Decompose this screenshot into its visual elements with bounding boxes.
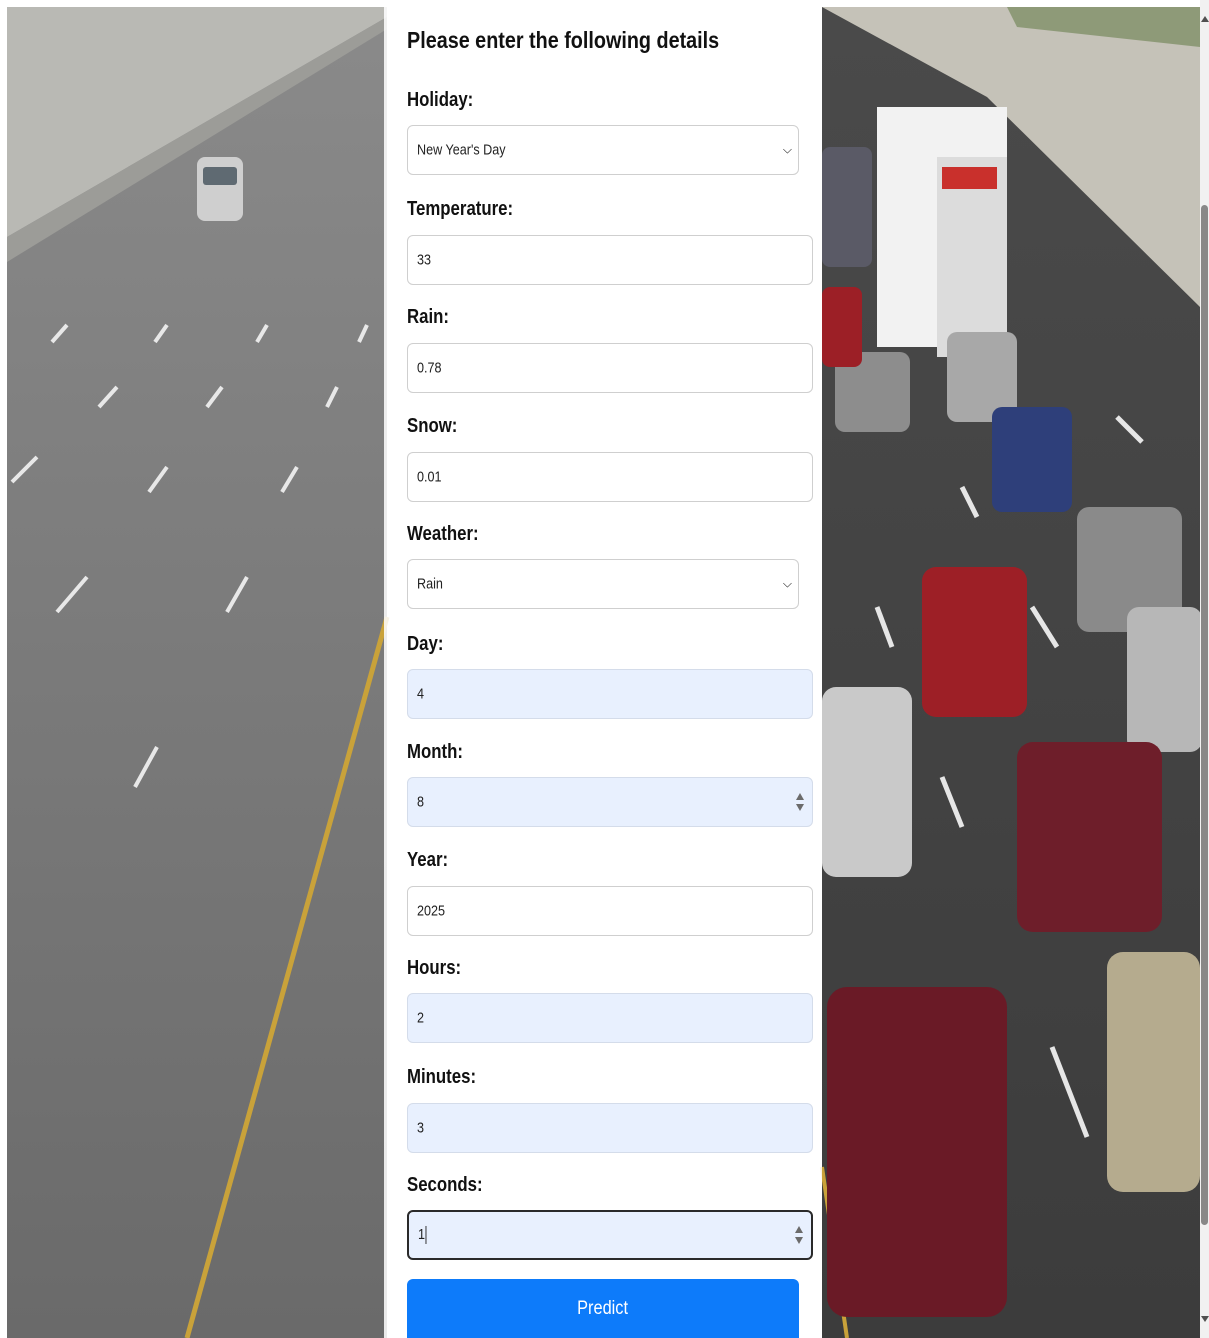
- weather-select-value: Rain: [417, 575, 443, 593]
- year-input-value: 2025: [417, 902, 446, 920]
- year-input[interactable]: 2025: [407, 886, 813, 936]
- hours-label: Hours:: [407, 957, 462, 979]
- predict-button-label: Predict: [577, 1298, 629, 1319]
- snow-input-value: 0.01: [417, 468, 442, 486]
- prediction-form-panel: Please enter the following details Holid…: [384, 7, 822, 1338]
- day-input-value: 4: [417, 685, 425, 703]
- scrollbar-thumb[interactable]: [1201, 205, 1208, 1225]
- minutes-label: Minutes:: [407, 1066, 477, 1088]
- spinner-icon[interactable]: [795, 1224, 803, 1246]
- hours-input-value: 2: [417, 1009, 425, 1027]
- rain-label: Rain:: [407, 306, 449, 328]
- weather-select[interactable]: Rain ⌵: [407, 559, 799, 609]
- holiday-select-value: New Year's Day: [417, 141, 506, 159]
- snow-input[interactable]: 0.01: [407, 452, 813, 502]
- day-input[interactable]: 4: [407, 669, 813, 719]
- chevron-down-icon: ⌵: [782, 142, 792, 157]
- seconds-label: Seconds:: [407, 1174, 483, 1196]
- temperature-input-value: 33: [417, 251, 432, 269]
- temperature-input[interactable]: 33: [407, 235, 813, 285]
- weather-label: Weather:: [407, 523, 479, 545]
- month-label: Month:: [407, 741, 463, 763]
- month-input-value: 8: [417, 793, 425, 811]
- month-input[interactable]: 8: [407, 777, 813, 827]
- minutes-input-value: 3: [417, 1119, 425, 1137]
- scroll-up-icon[interactable]: [1201, 16, 1209, 22]
- scroll-down-icon[interactable]: [1201, 1316, 1209, 1322]
- form-title: Please enter the following details: [407, 27, 720, 53]
- holiday-select[interactable]: New Year's Day ⌵: [407, 125, 799, 175]
- rain-input-value: 0.78: [417, 359, 442, 377]
- page-scrollbar[interactable]: [1200, 0, 1209, 1338]
- app-viewport: Please enter the following details Holid…: [0, 0, 1209, 1338]
- holiday-label: Holiday:: [407, 89, 474, 111]
- seconds-input[interactable]: 1: [407, 1210, 813, 1260]
- text-caret: [425, 1226, 427, 1245]
- chevron-down-icon: ⌵: [782, 576, 792, 591]
- seconds-input-value: 1: [418, 1225, 427, 1245]
- temperature-label: Temperature:: [407, 198, 514, 220]
- seconds-input-text: 1: [418, 1225, 426, 1243]
- rain-input[interactable]: 0.78: [407, 343, 813, 393]
- day-label: Day:: [407, 633, 444, 655]
- snow-label: Snow:: [407, 415, 458, 437]
- hours-input[interactable]: 2: [407, 993, 813, 1043]
- predict-button[interactable]: Predict: [407, 1279, 799, 1338]
- year-label: Year:: [407, 849, 449, 871]
- minutes-input[interactable]: 3: [407, 1103, 813, 1153]
- spinner-icon[interactable]: [796, 791, 804, 813]
